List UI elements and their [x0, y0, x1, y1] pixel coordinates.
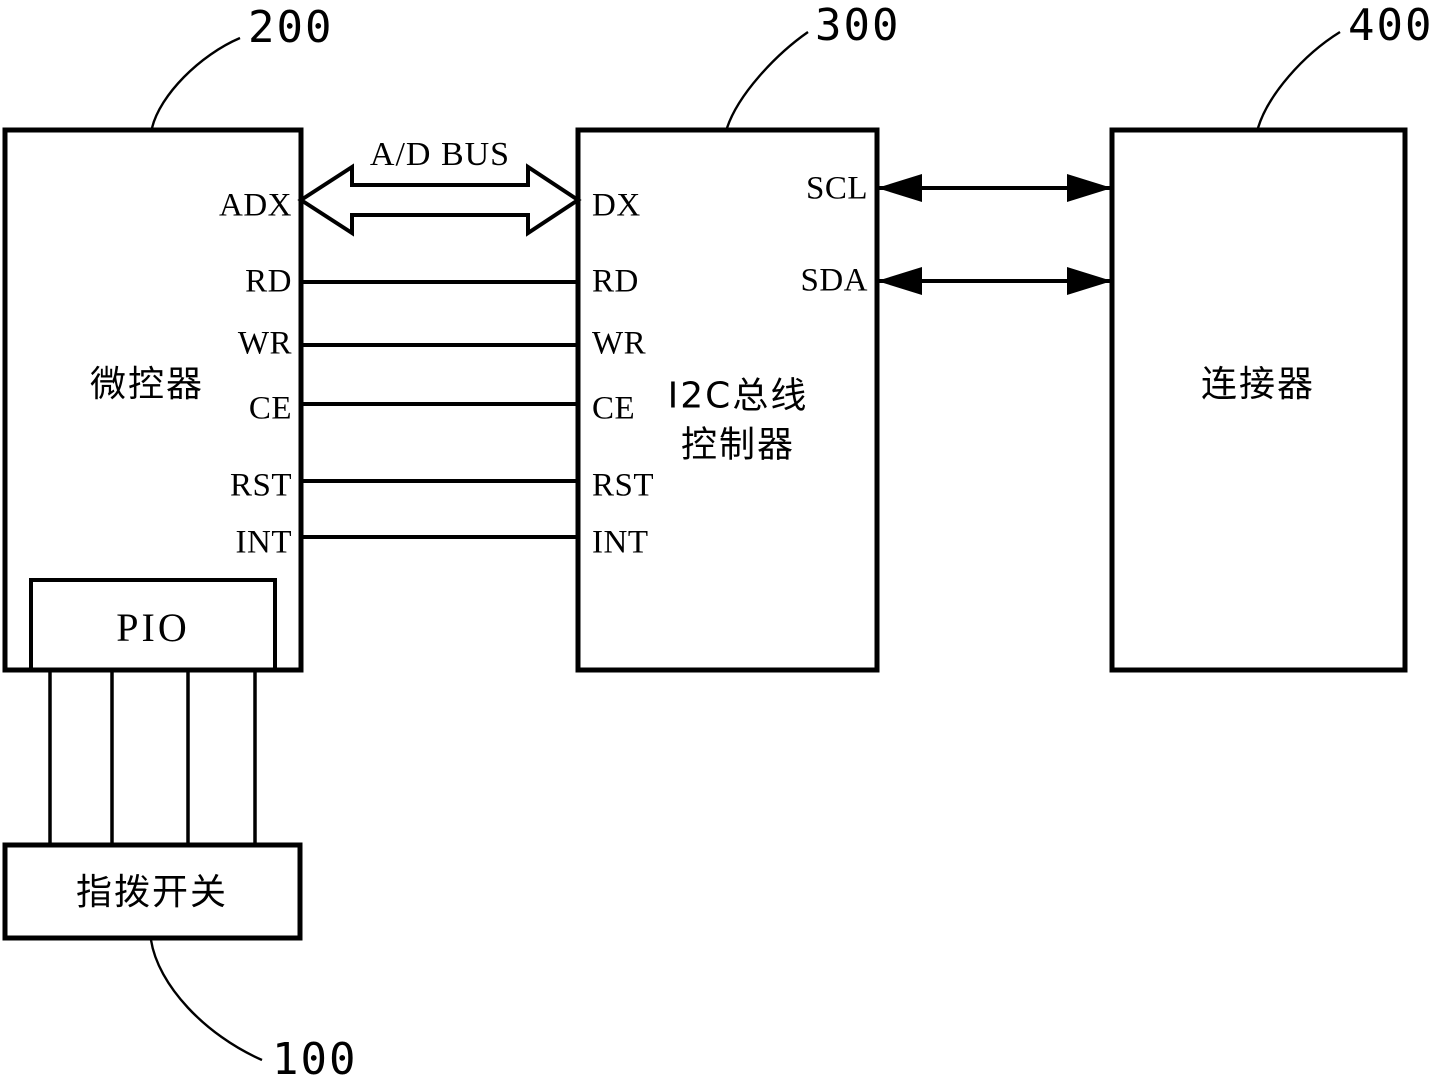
pio-title: PIO [116, 605, 190, 650]
ad-bus-label: A/D BUS [369, 136, 511, 173]
leader-line-400 [1256, 30, 1341, 129]
reference-number-400: 400 [1348, 0, 1430, 51]
microcontroller-title: 微控器 [89, 364, 205, 405]
i2c-pin-dx: DX [592, 187, 641, 224]
i2c-pin-scl: SCL [805, 170, 868, 207]
mcu-pin-adx: ADX [219, 187, 292, 224]
block-diagram-canvas: 200 300 400 100 A/D BUS ADX RD WR CE RST… [0, 0, 1430, 1085]
i2c-bus-controller-title: I2C总线 控制器 [668, 372, 809, 469]
i2c-pin-wr: WR [592, 325, 647, 362]
scl-arrowhead-right [1067, 174, 1112, 202]
mcu-pin-int: INT [235, 524, 292, 561]
ad-bus-arrow [297, 163, 582, 237]
dip-switch-title: 指拨开关 [75, 872, 229, 913]
sda-arrowhead-right [1067, 267, 1112, 295]
i2c-pin-sda: SDA [800, 262, 868, 299]
leader-line-300 [725, 31, 809, 129]
diagram-vector-layer [2, 30, 1408, 1062]
mcu-pin-rd: RD [245, 263, 292, 300]
i2c-pin-rst: RST [592, 467, 655, 504]
mcu-pin-ce: CE [248, 390, 292, 427]
i2c-pin-rd: RD [592, 263, 639, 300]
reference-number-200: 200 [248, 2, 334, 53]
mcu-pin-rst: RST [229, 467, 292, 504]
i2c-title-line-2: 控制器 [680, 424, 796, 465]
leader-line-100 [149, 939, 263, 1062]
leader-line-200 [150, 36, 241, 129]
reference-number-100: 100 [272, 1034, 358, 1085]
sda-arrowhead-left [877, 267, 922, 295]
scl-arrowhead-left [877, 174, 922, 202]
reference-number-300: 300 [815, 0, 901, 51]
i2c-pin-ce: CE [592, 390, 636, 427]
i2c-title-line-1: I2C总线 [667, 375, 809, 417]
i2c-pin-int: INT [592, 524, 649, 561]
connector-title: 连接器 [1200, 364, 1316, 405]
mcu-pin-wr: WR [237, 325, 292, 362]
